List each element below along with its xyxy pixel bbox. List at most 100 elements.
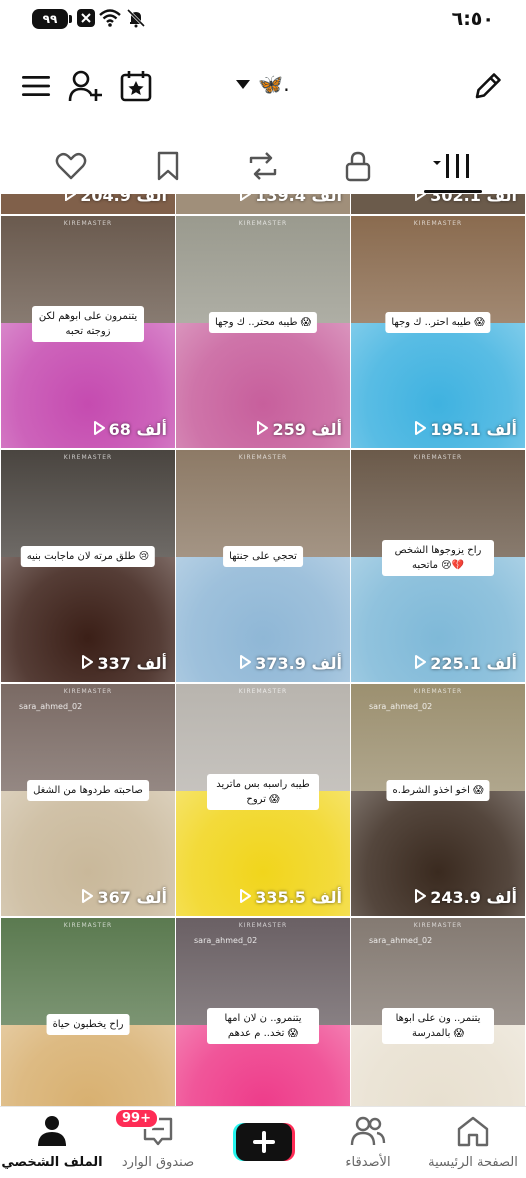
play-icon (81, 888, 94, 907)
creator-tag: sara_ahmed_02 (19, 702, 83, 711)
video-thumbnail[interactable]: KIREMASTER طيبه راسبه بس ماتريد تروح 😱 335… (176, 684, 350, 916)
edit-pencil-icon[interactable] (468, 66, 508, 106)
video-caption: تحجي على جنتها (223, 546, 303, 567)
profile-header: 🦋. (0, 58, 526, 114)
thumbnail-drama-clip (1, 918, 175, 1025)
nav-home[interactable]: الصفحة الرئيسية (421, 1115, 525, 1170)
thumbnail-drama-clip (176, 450, 350, 557)
video-caption: اخو اخذو الشرط.ه 😱 (386, 780, 490, 801)
video-thumbnail[interactable]: KIREMASTER sara_ahmed_02 صاحبته طردوها من … (1, 684, 175, 916)
video-thumbnail[interactable]: KIREMASTER تحجي على جنتها 373.9 ألف (176, 450, 350, 682)
view-count-text: 195.1 ألف (430, 420, 517, 439)
creator-tag: sara_ahmed_02 (194, 936, 258, 945)
create-button[interactable] (233, 1121, 295, 1163)
view-count-text: 139.4 ألف (255, 194, 342, 205)
watermark: KIREMASTER (63, 922, 113, 929)
thumbnail-drama-clip (1, 684, 175, 791)
clock: ٦:٥٠ (451, 8, 494, 30)
play-icon (414, 654, 427, 673)
view-count: 204.9 ألف (64, 194, 167, 205)
video-caption: راح يزوجوها الشخص ماتحبه 😢💔 (382, 540, 494, 576)
wifi-icon (98, 8, 121, 30)
watermark: KIREMASTER (413, 454, 463, 461)
play-icon (64, 194, 78, 205)
heart-icon (55, 152, 87, 184)
tab-private[interactable] (333, 148, 383, 188)
tab-favorites[interactable] (143, 148, 193, 188)
video-thumbnail[interactable]: KIREMASTER راح يخطبون حياة (1, 918, 175, 1106)
video-thumbnail[interactable]: KIREMASTER راح يزوجوها الشخص ماتحبه 😢💔 225… (351, 450, 525, 682)
tab-reposts[interactable] (238, 148, 288, 188)
thumbnail-drama-clip (351, 216, 525, 323)
video-thumbnail[interactable]: KIREMASTER sara_ahmed_02 يتنمرو.. ن لان ام… (176, 918, 350, 1106)
tab-videos[interactable] (428, 148, 478, 188)
thumbnail-drama-clip (176, 216, 350, 323)
video-grid: 302.1 ألف 139.4 ألف 204.9 ألف KIREMASTER طيب… (0, 194, 526, 1106)
thumbnail-drama-clip (351, 684, 525, 791)
thumbnail-drama-clip (1, 450, 175, 557)
mute-bell-icon (126, 8, 148, 30)
tab-liked[interactable] (46, 148, 96, 188)
status-bar: ٩٩ ٦:٥٠ (0, 0, 526, 40)
watermark: KIREMASTER (413, 220, 463, 227)
video-caption: طيبه راسبه بس ماتريد تروح 😱 (207, 774, 319, 810)
view-count-text: 259 ألف (272, 420, 342, 439)
video-thumbnail[interactable]: 302.1 ألف (351, 194, 525, 214)
video-thumbnail[interactable]: KIREMASTER طيبه احتر.. ك وجها 😱 195.1 ألف (351, 216, 525, 448)
play-icon (414, 420, 427, 439)
view-count: 373.9 ألف (239, 654, 342, 673)
view-count-text: 243.9 ألف (430, 888, 517, 907)
video-thumbnail[interactable]: KIREMASTER sara_ahmed_02 اخو اخذو الشرط.ه … (351, 684, 525, 916)
view-count: 68 ألف (93, 420, 167, 439)
nav-home-label: الصفحة الرئيسية (428, 1155, 518, 1170)
view-count-text: 68 ألف (108, 420, 167, 439)
profile-icon (37, 1115, 67, 1151)
video-caption: راح يخطبون حياة (46, 1014, 130, 1035)
active-tab-indicator (424, 190, 482, 193)
watermark: KIREMASTER (238, 922, 288, 929)
view-count: 195.1 ألف (414, 420, 517, 439)
nav-profile-label: الملف الشخصي (1, 1155, 103, 1170)
inbox-badge: 99+ (114, 1108, 159, 1129)
username-switcher[interactable]: 🦋. (0, 72, 526, 96)
watermark: KIREMASTER (238, 220, 288, 227)
video-thumbnail[interactable]: KIREMASTER طلق مرته لان ماجابت بنيه 😢 337 … (1, 450, 175, 682)
friends-icon (350, 1115, 386, 1151)
view-count: 337 ألف (81, 654, 167, 673)
chevron-down-icon (236, 79, 251, 89)
video-caption: طيبه محتر.. ك وجها 😱 (208, 312, 318, 333)
lock-icon (344, 150, 372, 186)
play-icon (239, 194, 253, 205)
video-caption: طيبه احتر.. ك وجها 😱 (385, 312, 491, 333)
view-count: 243.9 ألف (414, 888, 517, 907)
nav-profile[interactable]: الملف الشخصي (0, 1115, 104, 1170)
view-count: 259 ألف (256, 420, 342, 439)
bookmark-icon (156, 151, 180, 185)
video-thumbnail[interactable]: 139.4 ألف (176, 194, 350, 214)
watermark: KIREMASTER (238, 454, 288, 461)
thumbnail-cooking-clip (1, 1024, 175, 1106)
video-thumbnail[interactable]: 204.9 ألف (1, 194, 175, 214)
nav-friends-label: الأصدقاء (345, 1155, 391, 1170)
repost-icon (247, 151, 279, 185)
x-app-icon (76, 8, 98, 30)
video-thumbnail[interactable]: KIREMASTER sara_ahmed_02 يتنمر.. ون على اب… (351, 918, 525, 1106)
view-count-text: 225.1 ألف (430, 654, 517, 673)
view-count-text: 204.9 ألف (80, 194, 167, 205)
video-thumbnail[interactable]: KIREMASTER يتنمرون على ابوهم لكن زوجته تح… (1, 216, 175, 448)
view-count-text: 337 ألف (97, 654, 167, 673)
nav-friends[interactable]: الأصدقاء (316, 1115, 420, 1170)
play-icon (414, 888, 427, 907)
watermark: KIREMASTER (238, 688, 288, 695)
play-icon (239, 888, 252, 907)
view-count-text: 335.5 ألف (255, 888, 342, 907)
view-count: 302.1 ألف (414, 194, 517, 205)
watermark: KIREMASTER (63, 220, 113, 227)
creator-tag: sara_ahmed_02 (369, 702, 433, 711)
creator-tag: sara_ahmed_02 (369, 936, 433, 945)
view-count: 335.5 ألف (239, 888, 342, 907)
video-caption: يتنمرون على ابوهم لكن زوجته تحبه (32, 306, 144, 342)
watermark: KIREMASTER (413, 688, 463, 695)
nav-inbox-label: صندوق الوارد (121, 1155, 195, 1170)
video-thumbnail[interactable]: KIREMASTER طيبه محتر.. ك وجها 😱 259 ألف (176, 216, 350, 448)
